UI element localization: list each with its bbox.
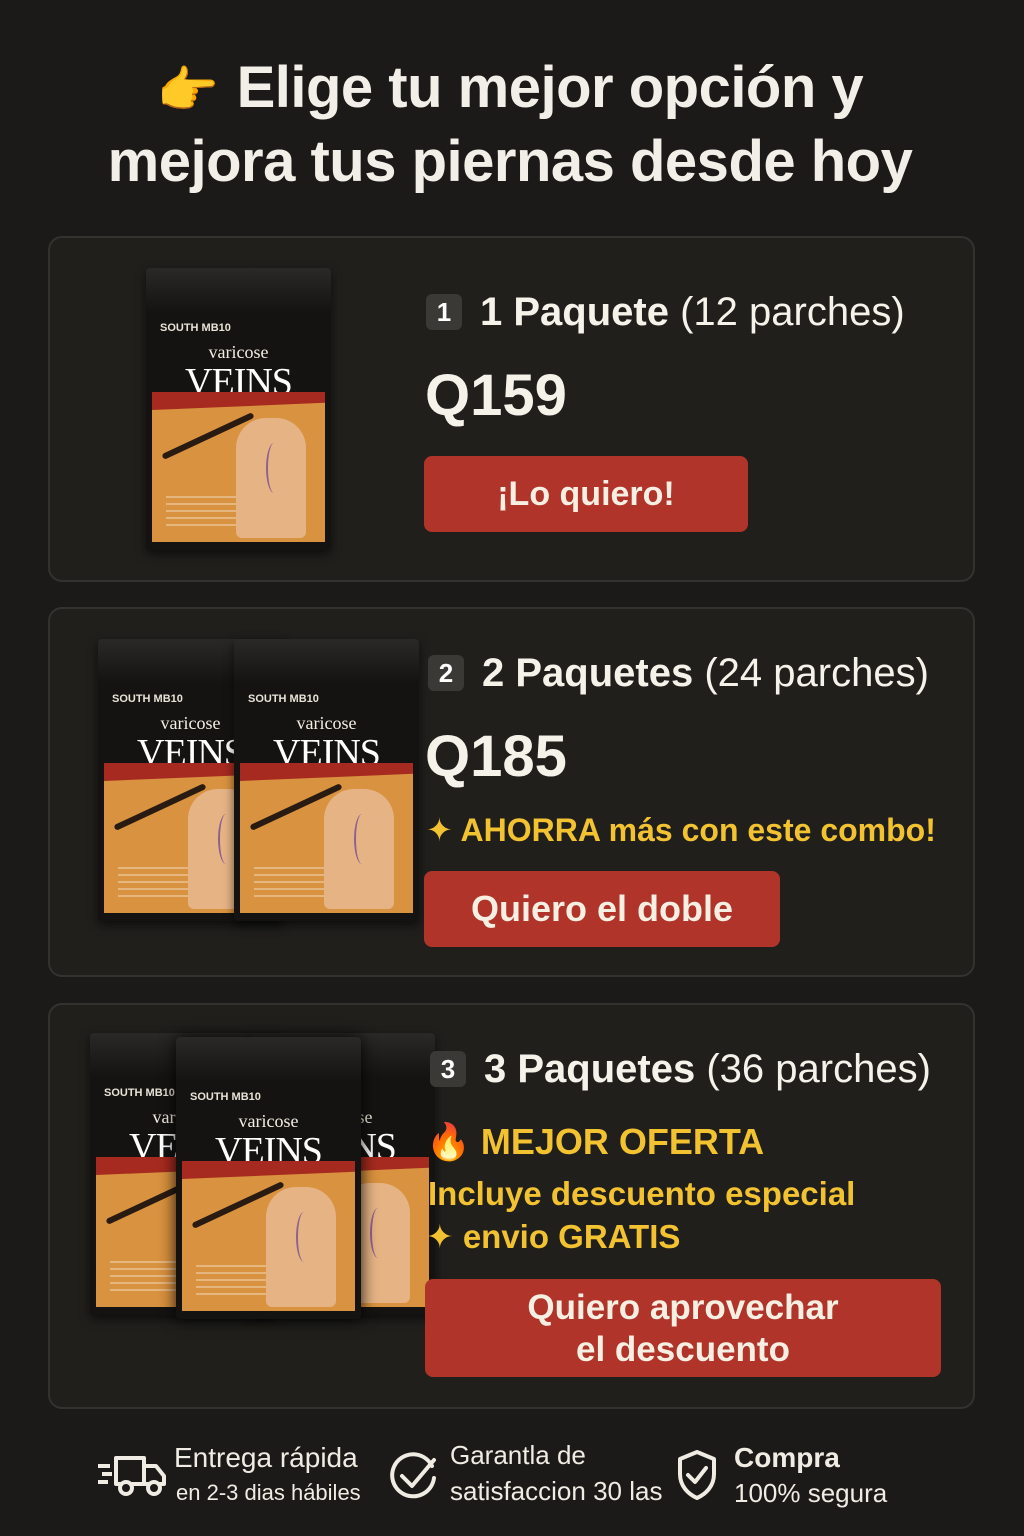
- button-label-line-1: Quiero aprovechar: [527, 1288, 839, 1327]
- offer-title: 2 Paquetes (24 parches): [482, 651, 929, 696]
- fast-delivery-info: Entrega rápida en 2-3 dias hábiles: [96, 1442, 376, 1512]
- offer-price: Q185: [425, 724, 567, 789]
- offer-patch-count: (36 parches): [706, 1047, 931, 1091]
- pack-brand: SOUTH MB10: [104, 1087, 175, 1099]
- offer-title: 1 Paquete (12 parches): [480, 290, 905, 335]
- offer-number-badge: 1: [426, 294, 462, 330]
- guarantee-subtitle: satisfaccion 30 las: [450, 1476, 663, 1506]
- delivery-subtitle: en 2-3 dias hábiles: [176, 1480, 361, 1505]
- shield-check-icon: [678, 1450, 716, 1500]
- offer-title: 3 Paquetes (36 parches): [484, 1047, 931, 1092]
- secure-title: Compra: [734, 1442, 840, 1473]
- offer-name: 1 Paquete: [480, 290, 669, 334]
- headline-line-2: mejora tus piernas desde hoy: [107, 129, 913, 194]
- guarantee-title: Garantla de: [450, 1440, 586, 1470]
- delivery-title: Entrega rápida: [174, 1442, 358, 1473]
- page-title: 👉 Elige tu mejor opción y mejora tus pier…: [60, 52, 960, 198]
- best-offer-badge: 🔥 MEJOR OFERTA: [426, 1121, 765, 1162]
- discount-note: Incluye descuento especial: [428, 1175, 856, 1212]
- product-pack: SOUTH MB10 varicose VEINS: [234, 639, 419, 921]
- offer-name: 3 Paquetes: [484, 1047, 696, 1091]
- satisfaction-guarantee-info: Garantla de satisfaccion 30 las: [388, 1440, 678, 1512]
- offer-number-badge: 2: [428, 655, 464, 691]
- product-pack: SOUTH MB10 varicose VEINS: [146, 268, 331, 550]
- offer-patch-count: (24 parches): [704, 651, 929, 695]
- offer-card-1: SOUTH MB10 varicose VEINS 1 1 Paquete (1…: [48, 236, 975, 582]
- buy-one-button[interactable]: ¡Lo quiero!: [424, 456, 748, 532]
- offer-card-2: SOUTH MB10 varicose VEINS SOUTH MB10 var…: [48, 607, 975, 977]
- savings-note: ✦ AHORRA más con este combo!: [426, 812, 936, 848]
- offer-price: Q159: [425, 363, 567, 428]
- button-label-line-2: el descuento: [576, 1330, 790, 1369]
- product-pack: SOUTH MB10 varicose VEINS: [176, 1037, 361, 1319]
- free-shipping-note: ✦ envio GRATIS: [426, 1218, 681, 1255]
- buy-discount-button[interactable]: Quiero aprovechar el descuento: [425, 1279, 941, 1377]
- pointing-hand-icon: 👉: [156, 62, 219, 118]
- secure-subtitle: 100% segura: [734, 1478, 888, 1508]
- pack-brand: SOUTH MB10: [160, 322, 231, 334]
- buy-double-button[interactable]: Quiero el doble: [424, 871, 780, 947]
- check-circle-icon: [390, 1452, 436, 1499]
- offer-card-3: SOUTH MB10 varicose VEINS SOUTH MB10 var…: [48, 1003, 975, 1409]
- pack-brand: SOUTH MB10: [190, 1091, 261, 1103]
- truck-icon: [98, 1456, 166, 1496]
- offer-number-badge: 3: [430, 1051, 466, 1087]
- headline-line-1: Elige tu mejor opción y: [236, 55, 864, 120]
- offer-name: 2 Paquetes: [482, 651, 694, 695]
- offer-patch-count: (12 parches): [680, 290, 905, 334]
- secure-purchase-info: Compra 100% segura: [674, 1442, 914, 1512]
- pack-brand: SOUTH MB10: [248, 693, 319, 705]
- pack-brand: SOUTH MB10: [112, 693, 183, 705]
